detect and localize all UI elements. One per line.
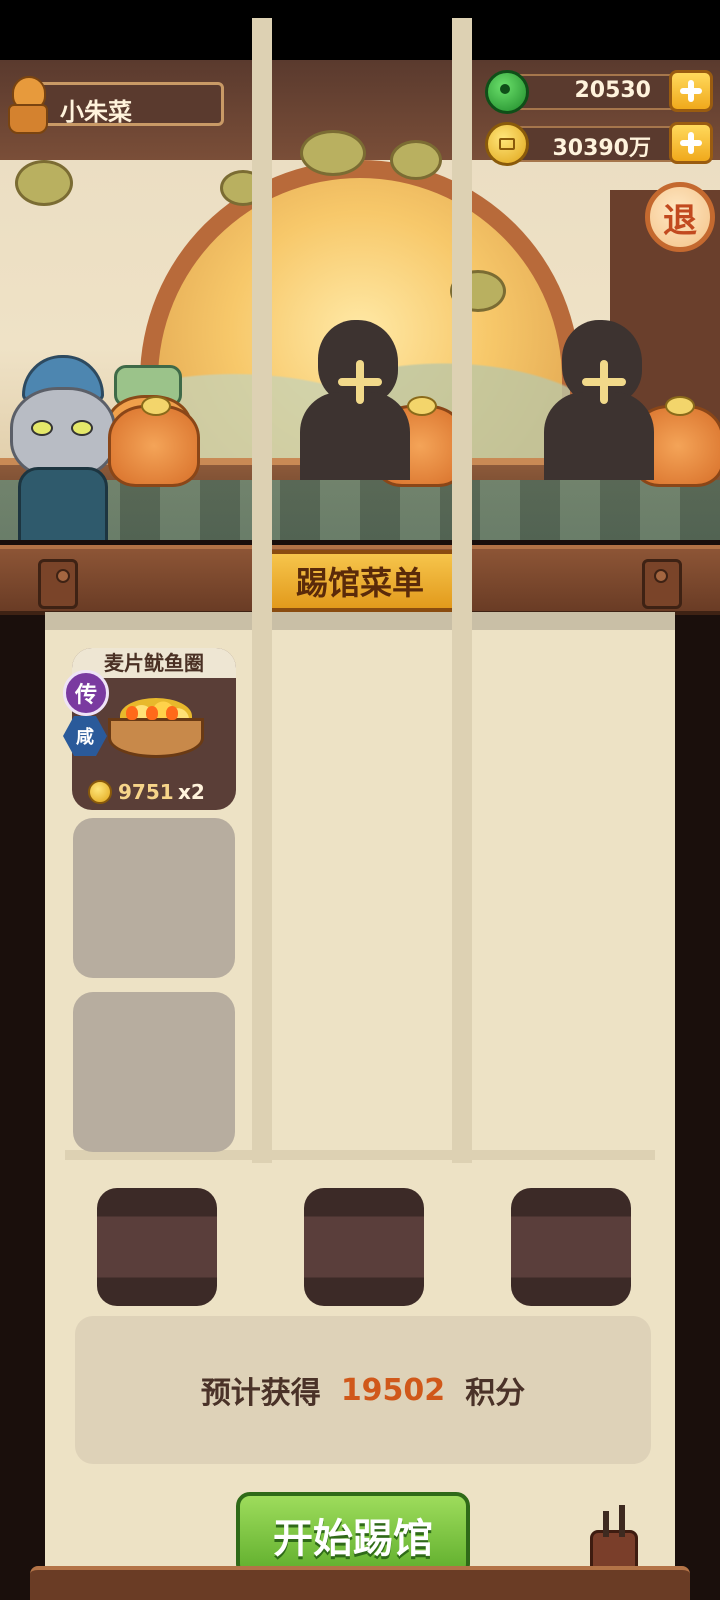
start-button-label: 开始踢馆 — [273, 1516, 433, 1562]
menu-title-plate: 踢馆菜单 — [258, 550, 462, 612]
silhouette-body — [544, 392, 654, 480]
estimated-points-panel: 预计获得 19502 积分 — [75, 1316, 651, 1464]
decor-bush — [390, 140, 442, 180]
jade-gem-icon — [485, 70, 529, 114]
legendary-badge: 传 — [63, 670, 109, 716]
gem-value: 20530 — [574, 78, 651, 103]
exit-label: 退 — [663, 200, 697, 241]
chef-face — [10, 387, 116, 478]
seat-slot-1[interactable] — [97, 1188, 217, 1306]
plus-icon — [338, 360, 382, 404]
column-divider — [462, 18, 472, 1163]
add-gems-button[interactable] — [669, 70, 713, 112]
board-nail — [56, 569, 70, 583]
jar-lid — [407, 396, 437, 416]
jar-lid — [665, 396, 695, 416]
estimate-suffix: 积分 — [465, 1376, 526, 1411]
player-info[interactable]: 小朱菜 — [4, 76, 226, 134]
column-divider — [452, 18, 462, 1163]
add-coins-button[interactable] — [669, 122, 713, 164]
wolf-chef-character[interactable] — [0, 355, 120, 540]
board-post — [38, 559, 78, 609]
status-bar — [0, 0, 720, 60]
board-nail — [654, 569, 668, 583]
paper-edge — [45, 612, 675, 630]
decor-bush — [300, 130, 366, 176]
column-divider — [252, 18, 262, 1163]
player-avatar[interactable] — [4, 76, 48, 134]
avatar-body — [8, 104, 48, 134]
jar-lid — [141, 396, 171, 416]
chef-eye — [71, 420, 93, 436]
gem-counter: 20530 — [485, 70, 713, 114]
exit-button[interactable]: 退 — [645, 182, 715, 252]
column-divider — [262, 18, 272, 1163]
coin-value: 30390万 — [552, 136, 651, 161]
menu-title: 踢馆菜单 — [295, 564, 424, 602]
bottom-board — [30, 1566, 690, 1600]
player-name: 小朱菜 — [60, 98, 132, 126]
orange-jar — [108, 396, 200, 487]
fire-icon — [126, 706, 138, 720]
coin-icon — [485, 122, 529, 166]
decor-bush — [15, 160, 73, 206]
empty-dish-slot[interactable] — [73, 818, 235, 978]
chef-body — [18, 467, 108, 540]
coin-counter: 30390万 — [485, 122, 713, 166]
plus-icon — [582, 360, 626, 404]
coin-icon — [88, 780, 112, 804]
food-bowl — [108, 718, 204, 758]
estimate-prefix: 预计获得 — [200, 1376, 321, 1411]
seat-slot-2[interactable] — [304, 1188, 424, 1306]
fire-icon — [166, 706, 178, 720]
dish-price: 9751 — [118, 780, 174, 804]
silhouette-body — [300, 392, 410, 480]
empty-dish-slot[interactable] — [73, 992, 235, 1152]
fire-icon — [146, 706, 158, 720]
add-chef-slot-1[interactable] — [290, 320, 410, 480]
chef-eye — [31, 420, 53, 436]
dish-quantity: x2 — [178, 780, 205, 804]
seat-slot-3[interactable] — [511, 1188, 631, 1306]
estimate-points: 19502 — [340, 1372, 446, 1408]
add-chef-slot-2[interactable] — [534, 320, 654, 480]
board-post — [642, 559, 682, 609]
